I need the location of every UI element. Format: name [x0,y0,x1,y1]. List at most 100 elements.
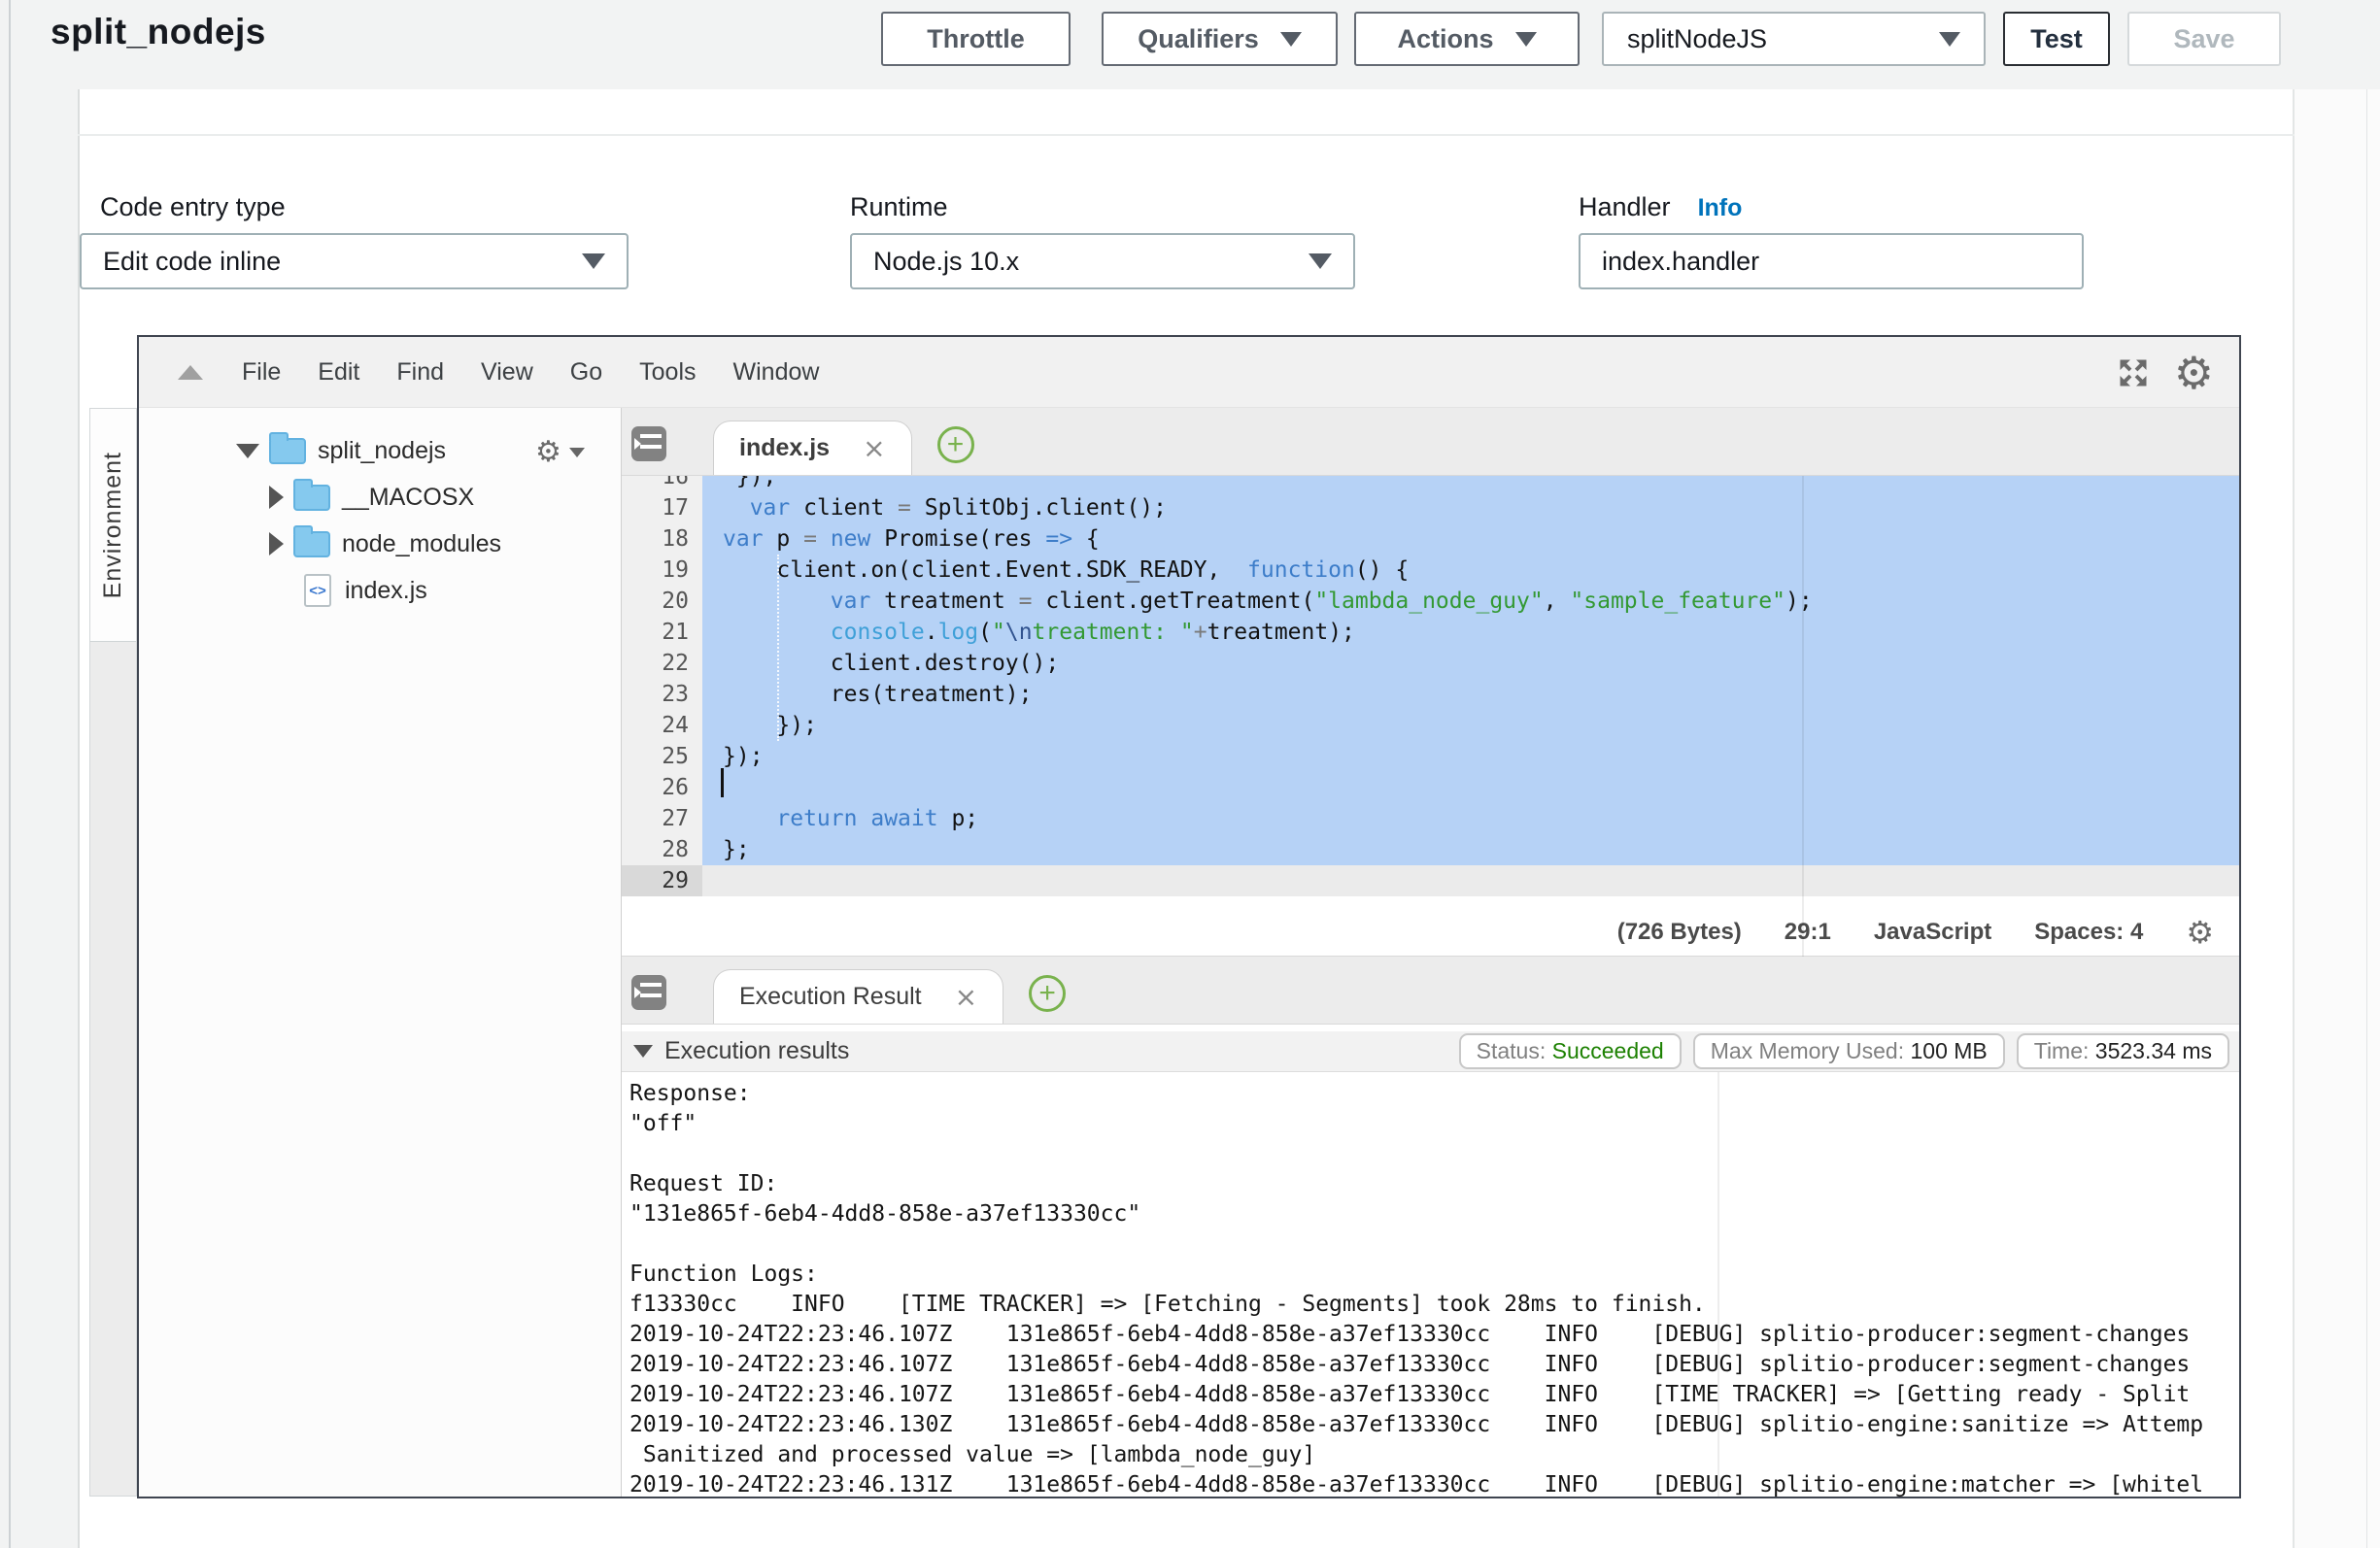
code-line-17[interactable]: 17 var client = SplitObj.client(); [622,492,2239,523]
runtime-select[interactable]: Node.js 10.x [850,233,1355,289]
actions-button[interactable]: Actions [1354,12,1580,66]
caret-down-icon[interactable] [236,444,259,458]
code-text: res(treatment); [702,679,2239,710]
handler-label: HandlerInfo [1579,192,1742,222]
editor-status-bar: (726 Bytes) 29:1 JavaScript Spaces: 4 ⚙ [622,908,2239,957]
line-number[interactable]: 17 [622,492,702,523]
execution-results-toggle[interactable]: Execution results [633,1037,849,1065]
tab-index-js[interactable]: index.js × [713,421,912,475]
fullscreen-icon[interactable] [2116,355,2151,390]
line-number[interactable]: 21 [622,617,702,648]
test-button[interactable]: Test [2003,12,2110,66]
sidebar-tab-strip: Environment [89,408,137,1497]
tree-item-label: node_modules [342,530,501,558]
execution-results-title: Execution results [664,1037,849,1065]
runtime-label: Runtime [850,192,948,222]
line-number[interactable]: 16 [622,476,702,492]
status-settings-gear-icon[interactable]: ⚙ [2186,914,2214,951]
code-text: var treatment = client.getTreatment("lam… [702,586,2239,617]
chevron-down-icon [1280,32,1302,47]
indentation-setting[interactable]: Spaces: 4 [2034,919,2143,946]
code-line-20[interactable]: 20 var treatment = client.getTreatment("… [622,586,2239,617]
tree-item-node-modules[interactable]: node_modules [139,521,621,567]
close-icon[interactable]: × [955,981,977,1013]
line-number[interactable]: 20 [622,586,702,617]
collapse-triangle-icon [633,1045,653,1058]
line-number[interactable]: 25 [622,741,702,772]
save-button[interactable]: Save [2127,12,2281,66]
menu-find[interactable]: Find [396,358,444,387]
tab-execution-result[interactable]: Execution Result × [713,969,1003,1024]
code-line-27[interactable]: 27 return await p; [622,803,2239,834]
scrollbar-track[interactable] [2366,0,2367,1548]
code-line-18[interactable]: 18var p = new Promise(res => { [622,523,2239,555]
menu-file[interactable]: File [242,358,281,387]
menu-edit[interactable]: Edit [318,358,359,387]
execution-log: Response: "off" Request ID: "131e865f-6e… [622,1072,2239,1497]
code-line-24[interactable]: 24 }); [622,710,2239,741]
tab-list-icon[interactable] [631,426,666,461]
line-number[interactable]: 28 [622,834,702,865]
handler-input[interactable]: index.handler [1579,233,2084,289]
editor-settings-gear-icon[interactable]: ⚙ [2174,347,2214,399]
line-number[interactable]: 22 [622,648,702,679]
line-number[interactable]: 23 [622,679,702,710]
result-badges: Status: SucceededMax Memory Used: 100 MB… [1459,1033,2229,1069]
collapse-menu-icon[interactable] [178,365,203,380]
menu-window[interactable]: Window [733,358,820,387]
tree-item-label: split_nodejs [318,437,446,465]
file-tree-panel: split_nodejs ⚙ __MACOSX node_modules <>index… [139,408,622,1497]
menu-view[interactable]: View [481,358,533,387]
new-tab-button[interactable]: + [937,426,974,463]
folder-icon [293,485,330,511]
line-number[interactable]: 24 [622,710,702,741]
tree-item-split-nodejs[interactable]: split_nodejs ⚙ [139,427,621,474]
language-mode[interactable]: JavaScript [1874,919,1991,946]
code-line-22[interactable]: 22 client.destroy(); [622,648,2239,679]
caret-right-icon[interactable] [269,532,284,555]
code-line-28[interactable]: 28}; [622,834,2239,865]
code-text [702,865,2239,896]
tab-label: Execution Result [739,983,922,1011]
line-number[interactable]: 18 [622,523,702,555]
code-entry-type-select[interactable]: Edit code inline [80,233,629,289]
sidebar-tab-environment[interactable]: Environment [90,409,136,642]
tree-item-label: index.js [345,577,427,605]
line-number[interactable]: 29 [622,865,702,896]
qualifiers-button[interactable]: Qualifiers [1102,12,1338,66]
tree-item--macosx[interactable]: __MACOSX [139,474,621,521]
cursor-position[interactable]: 29:1 [1785,919,1831,946]
menu-tools[interactable]: Tools [639,358,696,387]
code-line-25[interactable]: 25}); [622,741,2239,772]
tab-list-icon[interactable] [631,975,666,1010]
new-tab-button[interactable]: + [1029,975,1066,1012]
test-event-select[interactable]: splitNodeJS [1602,12,1986,66]
code-text: }); [702,476,2239,492]
page-title: split_nodejs [51,12,266,52]
line-number[interactable]: 27 [622,803,702,834]
code-editor-frame: File Edit Find View Go Tools Window ⚙ [137,335,2241,1498]
execution-log-area[interactable]: Response: "off" Request ID: "131e865f-6e… [622,1072,2239,1497]
code-line-26[interactable]: 26 [622,772,2239,803]
line-number[interactable]: 19 [622,555,702,586]
handler-info-link[interactable]: Info [1698,194,1743,221]
tree-settings-gear-icon[interactable]: ⚙ [535,435,585,469]
editor-right-pane: index.js × + 16 });17 var client = Split… [622,408,2239,1497]
menu-go[interactable]: Go [570,358,602,387]
code-line-19[interactable]: 19 client.on(client.Event.SDK_READY, fun… [622,555,2239,586]
file-size: (726 Bytes) [1617,919,1742,946]
code-line-16[interactable]: 16 }); [622,476,2239,492]
caret-right-icon[interactable] [269,486,284,509]
code-line-23[interactable]: 23 res(treatment); [622,679,2239,710]
tree-item-index-js[interactable]: <>index.js [139,567,621,614]
code-line-21[interactable]: 21 console.log("\ntreatment: "+treatment… [622,617,2239,648]
header-actions: Throttle Qualifiers Actions splitNodeJS … [881,12,2281,66]
runtime-value: Node.js 10.x [873,247,1019,277]
close-icon[interactable]: × [863,432,885,464]
environment-tab-label: Environment [99,452,127,598]
code-area[interactable]: 16 });17 var client = SplitObj.client();… [622,476,2239,908]
line-number[interactable]: 26 [622,772,702,803]
editor-menu-bar: File Edit Find View Go Tools Window ⚙ [139,337,2239,408]
code-line-29[interactable]: 29 [622,865,2239,896]
throttle-button[interactable]: Throttle [881,12,1071,66]
